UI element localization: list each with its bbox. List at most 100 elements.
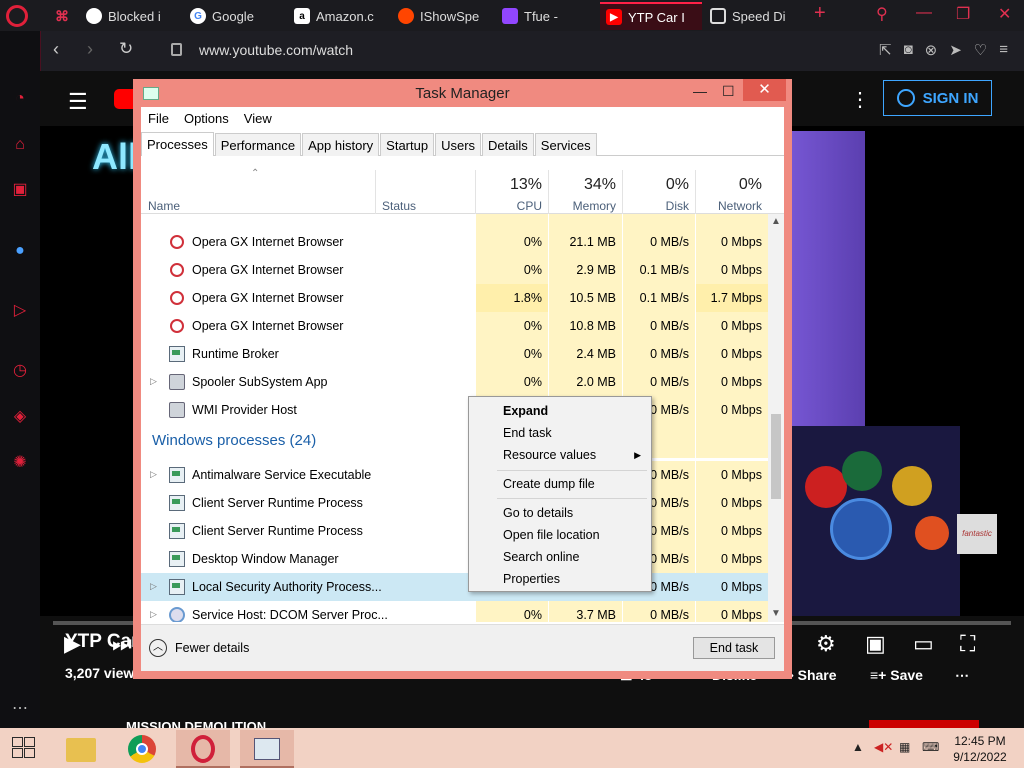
close-icon[interactable]: ✕: [743, 79, 786, 101]
menu-item-create-dump-file[interactable]: Create dump file: [503, 477, 595, 491]
tab-speed-dial[interactable]: Speed Di: [704, 2, 804, 30]
tab-startup[interactable]: Startup: [380, 133, 435, 156]
vertical-scrollbar[interactable]: ▲ ▼: [768, 214, 784, 622]
back-icon[interactable]: ‹: [53, 39, 59, 60]
fewer-details-button[interactable]: ︿ Fewer details: [149, 639, 249, 657]
table-row[interactable]: Opera GX Internet Browser 0% 10.8 MB 0 MB/…: [141, 312, 768, 340]
end-task-button[interactable]: End task: [693, 637, 775, 659]
menu-options[interactable]: Options: [177, 109, 237, 129]
menu-item-properties[interactable]: Properties: [503, 572, 560, 586]
tab-users[interactable]: Users: [435, 133, 482, 156]
search-tabs-icon[interactable]: ⚲: [876, 4, 888, 24]
menu-item-resource-values[interactable]: Resource values: [503, 448, 596, 462]
tab-twitch[interactable]: Tfue -: [496, 2, 596, 30]
table-row[interactable]: ▷ Spooler SubSystem App 0% 2.0 MB 0 MB/s 0 …: [141, 368, 768, 396]
speedometer-icon[interactable]: ◔: [10, 89, 30, 109]
table-row[interactable]: Desktop Window Manager 0 MB/s 0 Mbps: [141, 545, 768, 573]
menu-lines-icon[interactable]: ≡: [999, 41, 1008, 59]
opera-logo-icon[interactable]: [6, 5, 28, 27]
minimize-icon[interactable]: —: [693, 83, 707, 99]
column-status[interactable]: Status: [382, 199, 416, 213]
start-button-icon[interactable]: [12, 737, 36, 759]
tab-amazon[interactable]: a Amazon.c: [288, 2, 388, 30]
scroll-down-icon[interactable]: ▼: [771, 608, 781, 619]
tab-reddit[interactable]: IShowSpe: [392, 2, 492, 30]
system-clock[interactable]: 12:45 PM 9/12/2022: [945, 733, 1015, 765]
tab-blocked[interactable]: Blocked i: [80, 2, 180, 30]
more-actions-icon[interactable]: ⋯: [955, 667, 969, 684]
table-row[interactable]: Opera GX Internet Browser 1.8% 10.5 MB 0.1…: [141, 284, 768, 312]
shopping-bag-icon[interactable]: ⌂: [10, 135, 30, 155]
column-name[interactable]: Name: [148, 199, 180, 213]
settings-gear-icon[interactable]: ✺: [10, 453, 30, 473]
messenger-icon[interactable]: ●: [10, 241, 30, 261]
column-disk[interactable]: Disk: [623, 199, 689, 213]
table-row[interactable]: Opera GX Internet Browser 0% 21.1 MB 0 MB/…: [141, 228, 768, 256]
theater-mode-icon[interactable]: ▭: [913, 631, 934, 657]
show-hidden-icons-icon[interactable]: ▲: [852, 740, 864, 754]
group-header-row[interactable]: Windows processes (24): [141, 424, 768, 458]
sign-in-button[interactable]: SIGN IN: [883, 80, 992, 116]
tab-services[interactable]: Services: [534, 133, 597, 156]
settings-kebab-icon[interactable]: ⋮: [850, 87, 870, 112]
snapshot-icon[interactable]: ◙: [904, 41, 913, 59]
expand-chevron-icon[interactable]: ▷: [150, 376, 157, 387]
scroll-thumb[interactable]: [771, 414, 781, 499]
table-row[interactable]: ▷ Antimalware Service Executable 0 MB/s 0…: [141, 461, 768, 489]
chrome-button[interactable]: [116, 730, 170, 768]
file-explorer-button[interactable]: [54, 730, 108, 768]
tab-google[interactable]: G Google: [184, 2, 284, 30]
column-network[interactable]: Network: [696, 199, 762, 213]
new-tab-icon[interactable]: +: [814, 2, 826, 25]
tab-app-history[interactable]: App history: [302, 133, 380, 156]
task-manager-button[interactable]: [240, 730, 294, 768]
bookmark-heart-icon[interactable]: ♡: [974, 41, 987, 59]
fullscreen-icon[interactable]: ⛶: [960, 631, 975, 657]
opera-gx-button[interactable]: [176, 730, 230, 768]
table-row[interactable]: Client Server Runtime Process 0 MB/s 0 Mb…: [141, 517, 768, 545]
close-window-icon[interactable]: ✕: [998, 4, 1011, 24]
menu-item-go-to-details[interactable]: Go to details: [503, 506, 573, 520]
table-row[interactable]: [141, 214, 768, 228]
block-ads-icon[interactable]: ⊗: [925, 41, 938, 59]
player-icon[interactable]: ▷: [10, 301, 30, 321]
scroll-up-icon[interactable]: ▲: [771, 216, 781, 227]
share-page-icon[interactable]: ⇱: [879, 41, 892, 59]
expand-chevron-icon[interactable]: ▷: [150, 609, 157, 620]
menu-item-open-file-location[interactable]: Open file location: [503, 528, 600, 542]
volume-muted-icon[interactable]: ◀✕: [874, 740, 893, 754]
tab-processes[interactable]: Processes: [141, 132, 214, 156]
url-field[interactable]: www.youtube.com/watch: [199, 42, 353, 58]
table-row[interactable]: Runtime Broker 0% 2.4 MB 0 MB/s 0 Mbps: [141, 340, 768, 368]
subscribe-button[interactable]: [869, 720, 979, 728]
extensions-cube-icon[interactable]: ◈: [10, 407, 30, 427]
history-icon[interactable]: ◷: [10, 361, 30, 381]
network-icon[interactable]: ▦: [899, 740, 910, 754]
table-row-selected[interactable]: ▷ Local Security Authority Process... 0 …: [141, 573, 768, 601]
miniplayer-icon[interactable]: ▣: [865, 631, 886, 657]
forward-icon[interactable]: ›: [87, 39, 93, 60]
table-row[interactable]: ▷ Service Host: DCOM Server Proc... 0% 3.…: [141, 601, 768, 622]
expand-chevron-icon[interactable]: ▷: [150, 469, 157, 480]
menu-item-end-task[interactable]: End task: [503, 426, 552, 440]
menu-item-search-online[interactable]: Search online: [503, 550, 579, 564]
table-row[interactable]: Client Server Runtime Process 0 MB/s 0 Mb…: [141, 489, 768, 517]
save-button[interactable]: ≡+ Save: [870, 667, 923, 683]
column-cpu[interactable]: CPU: [476, 199, 542, 213]
more-dots-icon[interactable]: ⋯: [10, 699, 30, 719]
tab-gamepad[interactable]: ⌘: [48, 2, 78, 30]
hamburger-menu-icon[interactable]: ☰: [68, 89, 88, 115]
tab-youtube-active[interactable]: ▶ YTP Car I: [600, 2, 702, 30]
tab-details[interactable]: Details: [482, 133, 534, 156]
twitch-sidebar-icon[interactable]: ▣: [10, 180, 30, 200]
settings-icon[interactable]: ⚙: [816, 631, 836, 657]
expand-chevron-icon[interactable]: ▷: [150, 581, 157, 592]
maximize-icon[interactable]: ☐: [722, 83, 735, 100]
send-icon[interactable]: ➤: [949, 41, 962, 59]
keyboard-icon[interactable]: ⌨: [922, 740, 939, 754]
minimize-icon[interactable]: —: [916, 4, 932, 22]
menu-item-expand[interactable]: Expand: [503, 404, 548, 418]
column-memory[interactable]: Memory: [549, 199, 616, 213]
tab-performance[interactable]: Performance: [214, 133, 302, 156]
menu-file[interactable]: File: [141, 109, 177, 129]
